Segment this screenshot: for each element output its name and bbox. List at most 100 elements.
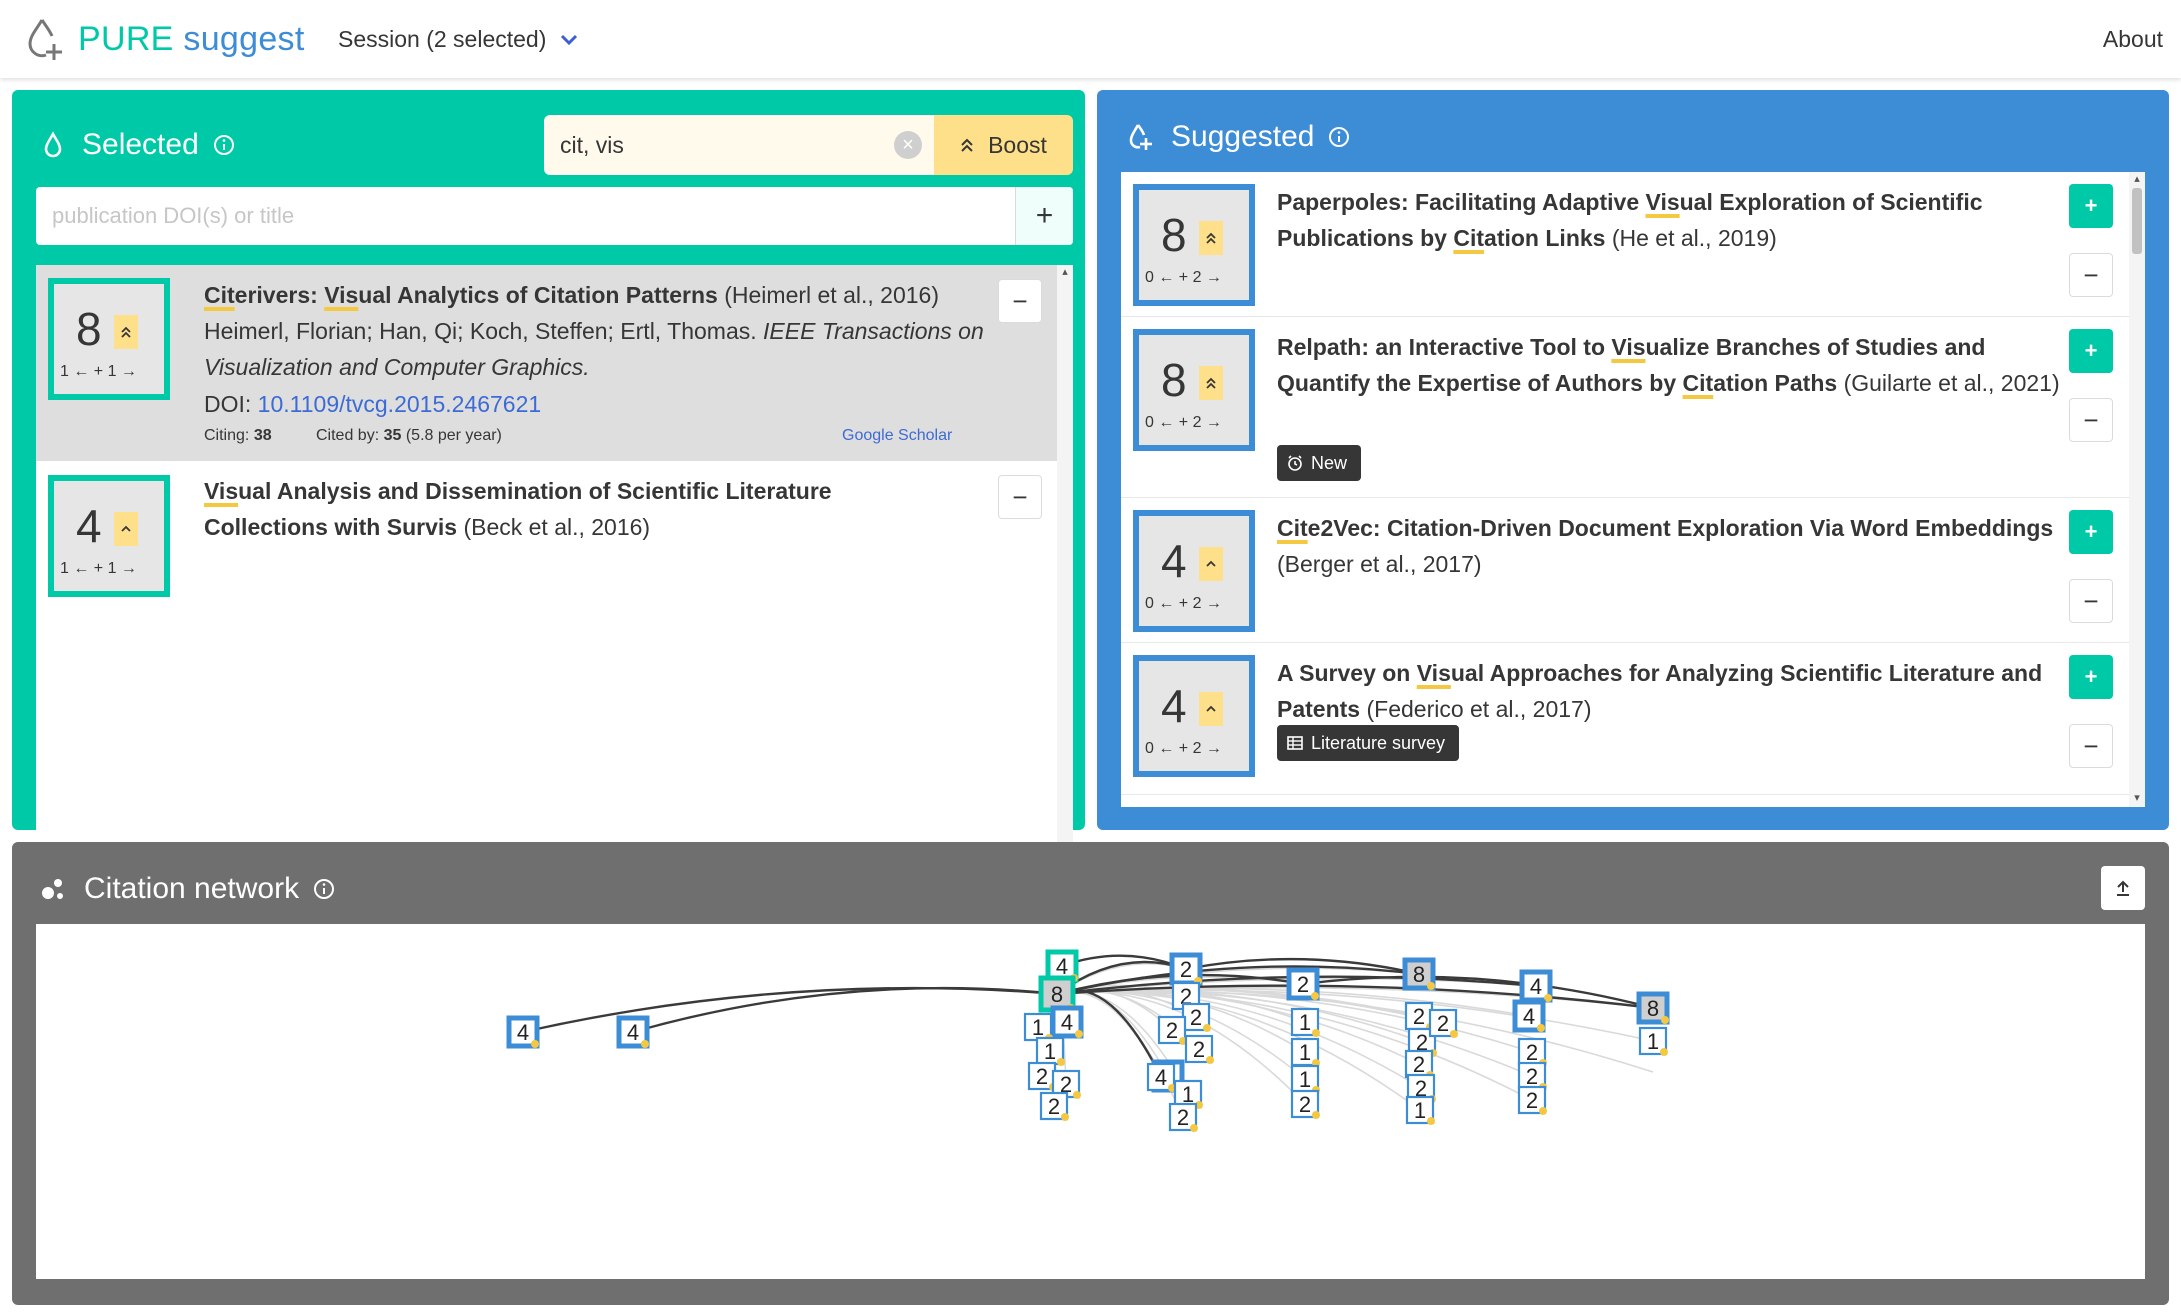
double-chevron-up-icon xyxy=(961,138,973,152)
info-icon[interactable] xyxy=(313,878,335,900)
network-node[interactable]: 2 xyxy=(1286,967,1320,1001)
network-node[interactable]: 1 xyxy=(1290,1037,1320,1067)
citation-network-graph[interactable]: 48444228481412222222441211122222122221 xyxy=(36,924,2145,1279)
citation-edge xyxy=(632,986,1058,1034)
publication-title: Visual Analysis and Dissemination of Sci… xyxy=(204,478,832,540)
citation-counts: 0 ← + 2 → xyxy=(1145,414,1222,431)
boost-dot xyxy=(1061,1113,1069,1121)
network-node[interactable]: 2 xyxy=(1428,1008,1458,1038)
network-node[interactable]: 2 xyxy=(1168,1102,1198,1132)
selected-panel-header: Selected xyxy=(42,128,235,162)
app-name-part2: suggest xyxy=(183,19,305,58)
remove-button[interactable]: − xyxy=(2069,724,2113,768)
alarm-clock-icon xyxy=(1288,455,1302,471)
scrollbar-thumb[interactable] xyxy=(2132,188,2142,254)
session-menu[interactable]: Session (2 selected) xyxy=(338,26,578,53)
node-label: 2 xyxy=(1297,972,1309,997)
add-button[interactable]: + xyxy=(2069,655,2113,699)
app-logo[interactable]: PURE suggest xyxy=(24,16,305,62)
network-node[interactable]: 2 xyxy=(1039,1091,1069,1121)
network-node[interactable]: 2 xyxy=(1517,1085,1547,1115)
node-label: 2 xyxy=(1526,1088,1538,1113)
remove-button[interactable]: − xyxy=(2069,398,2113,442)
network-node[interactable]: 8 xyxy=(1402,957,1436,991)
add-publication-input[interactable]: publication DOI(s) or title xyxy=(36,187,1015,245)
chevron-up-icon xyxy=(1199,692,1223,726)
node-label: 1 xyxy=(1044,1039,1056,1064)
network-node[interactable]: 2 xyxy=(1169,952,1203,986)
citation-counts: 0 ← + 2 → xyxy=(1145,740,1222,757)
network-node[interactable]: 2 xyxy=(1181,1002,1211,1032)
about-link[interactable]: About xyxy=(2103,26,2163,53)
selected-panel: Selected cit, vis × Boost publication DO… xyxy=(12,90,1085,898)
network-node[interactable]: 2 xyxy=(1184,1034,1214,1064)
network-node[interactable]: 8 xyxy=(1636,991,1670,1025)
list-item[interactable]: 8 0 ← + 2 → Relpath: an Interactive Tool… xyxy=(1121,317,2129,498)
network-node[interactable]: 1 xyxy=(1290,1064,1320,1094)
network-node[interactable]: 4 xyxy=(1050,1005,1084,1039)
citation-counts: 0 ← + 2 → xyxy=(1145,595,1222,612)
node-label: 2 xyxy=(1048,1094,1060,1119)
publication-title: A Survey on Visual Approaches for Analyz… xyxy=(1277,660,2043,722)
node-label: 8 xyxy=(1051,982,1063,1007)
suggested-panel-header: Suggested xyxy=(1127,120,1350,154)
add-button[interactable]: + xyxy=(2069,329,2113,373)
scroll-up-icon[interactable]: ▴ xyxy=(2132,174,2142,185)
node-label: 2 xyxy=(1413,1004,1425,1029)
info-icon[interactable] xyxy=(213,134,235,156)
boost-keywords-input[interactable]: cit, vis × xyxy=(544,115,934,175)
score-value: 8 xyxy=(1161,354,1187,406)
boost-dot xyxy=(1057,1058,1065,1066)
network-node[interactable]: 4 xyxy=(616,1015,650,1049)
network-node[interactable]: 4 xyxy=(506,1015,540,1049)
list-item[interactable]: 4 0 ← + 2 → A Survey on Visual Approache… xyxy=(1121,643,2129,795)
citation-counts: 1 ← + 1 → xyxy=(60,560,137,577)
info-icon[interactable] xyxy=(1328,126,1350,148)
boost-dot xyxy=(1312,1111,1320,1119)
network-node[interactable]: 2 xyxy=(1290,1089,1320,1119)
droplet-icon xyxy=(42,131,64,159)
score-value: 4 xyxy=(1161,535,1187,587)
network-node[interactable]: 1 xyxy=(1035,1036,1065,1066)
suggested-title: Suggested xyxy=(1171,120,1315,153)
network-node[interactable]: 4 xyxy=(1512,999,1546,1033)
network-node[interactable]: 4 xyxy=(1519,969,1553,1003)
list-item[interactable]: 8 0 ← + 2 → Paperpoles: Facilitating Ada… xyxy=(1121,172,2129,317)
scrollbar[interactable]: ▴ ▾ xyxy=(1057,265,1073,898)
publication-meta: (Berger et al., 2017) xyxy=(1277,551,1482,577)
node-label: 1 xyxy=(1299,1040,1311,1065)
boost-dot xyxy=(1537,1024,1545,1032)
session-label: Session (2 selected) xyxy=(338,26,547,52)
scrollbar[interactable]: ▴ ▾ xyxy=(2129,172,2145,807)
list-item[interactable]: 4 0 ← + 2 → Cite2Vec: Citation-Driven Do… xyxy=(1121,498,2129,643)
remove-button[interactable]: − xyxy=(998,475,1042,519)
remove-button[interactable]: − xyxy=(2069,579,2113,623)
citation-network-panel: Citation network 48444228481412222222441… xyxy=(12,842,2169,1305)
network-node[interactable]: 1 xyxy=(1405,1095,1435,1125)
score-value: 8 xyxy=(1161,209,1187,261)
scroll-up-icon[interactable]: ▴ xyxy=(1060,267,1070,278)
doi-link[interactable]: 10.1109/tvcg.2015.2467621 xyxy=(258,391,542,417)
scroll-down-icon[interactable]: ▾ xyxy=(2132,793,2142,804)
network-node[interactable]: 2 xyxy=(1157,1015,1187,1045)
score-value: 8 xyxy=(76,303,102,355)
list-item[interactable]: 8 1 ← + 1 → Citerivers: Visual Analytics… xyxy=(36,265,1057,461)
remove-button[interactable]: − xyxy=(2069,253,2113,297)
google-scholar-link[interactable]: Google Scholar xyxy=(842,427,952,445)
node-label: 4 xyxy=(517,1020,529,1045)
clear-icon[interactable]: × xyxy=(894,131,922,159)
list-item[interactable]: 4 1 ← + 1 → Visual Analysis and Dissemin… xyxy=(36,461,1057,601)
export-button[interactable] xyxy=(2101,866,2145,910)
remove-button[interactable]: − xyxy=(998,279,1042,323)
add-button[interactable]: + xyxy=(2069,184,2113,228)
network-node[interactable]: 1 xyxy=(1290,1007,1320,1037)
boost-button[interactable]: Boost xyxy=(934,115,1073,175)
network-node[interactable]: 1 xyxy=(1638,1026,1668,1056)
add-publication-row: publication DOI(s) or title + xyxy=(36,187,1073,245)
node-label: 2 xyxy=(1177,1105,1189,1130)
add-button[interactable]: + xyxy=(2069,510,2113,554)
add-publication-button[interactable]: + xyxy=(1015,187,1073,245)
network-canvas[interactable]: 48444228481412222222441211122222122221 xyxy=(36,924,2145,1279)
network-nodes: 48444228481412222222441211122222122221 xyxy=(506,949,1670,1132)
network-node[interactable]: 4 xyxy=(1146,1062,1176,1092)
